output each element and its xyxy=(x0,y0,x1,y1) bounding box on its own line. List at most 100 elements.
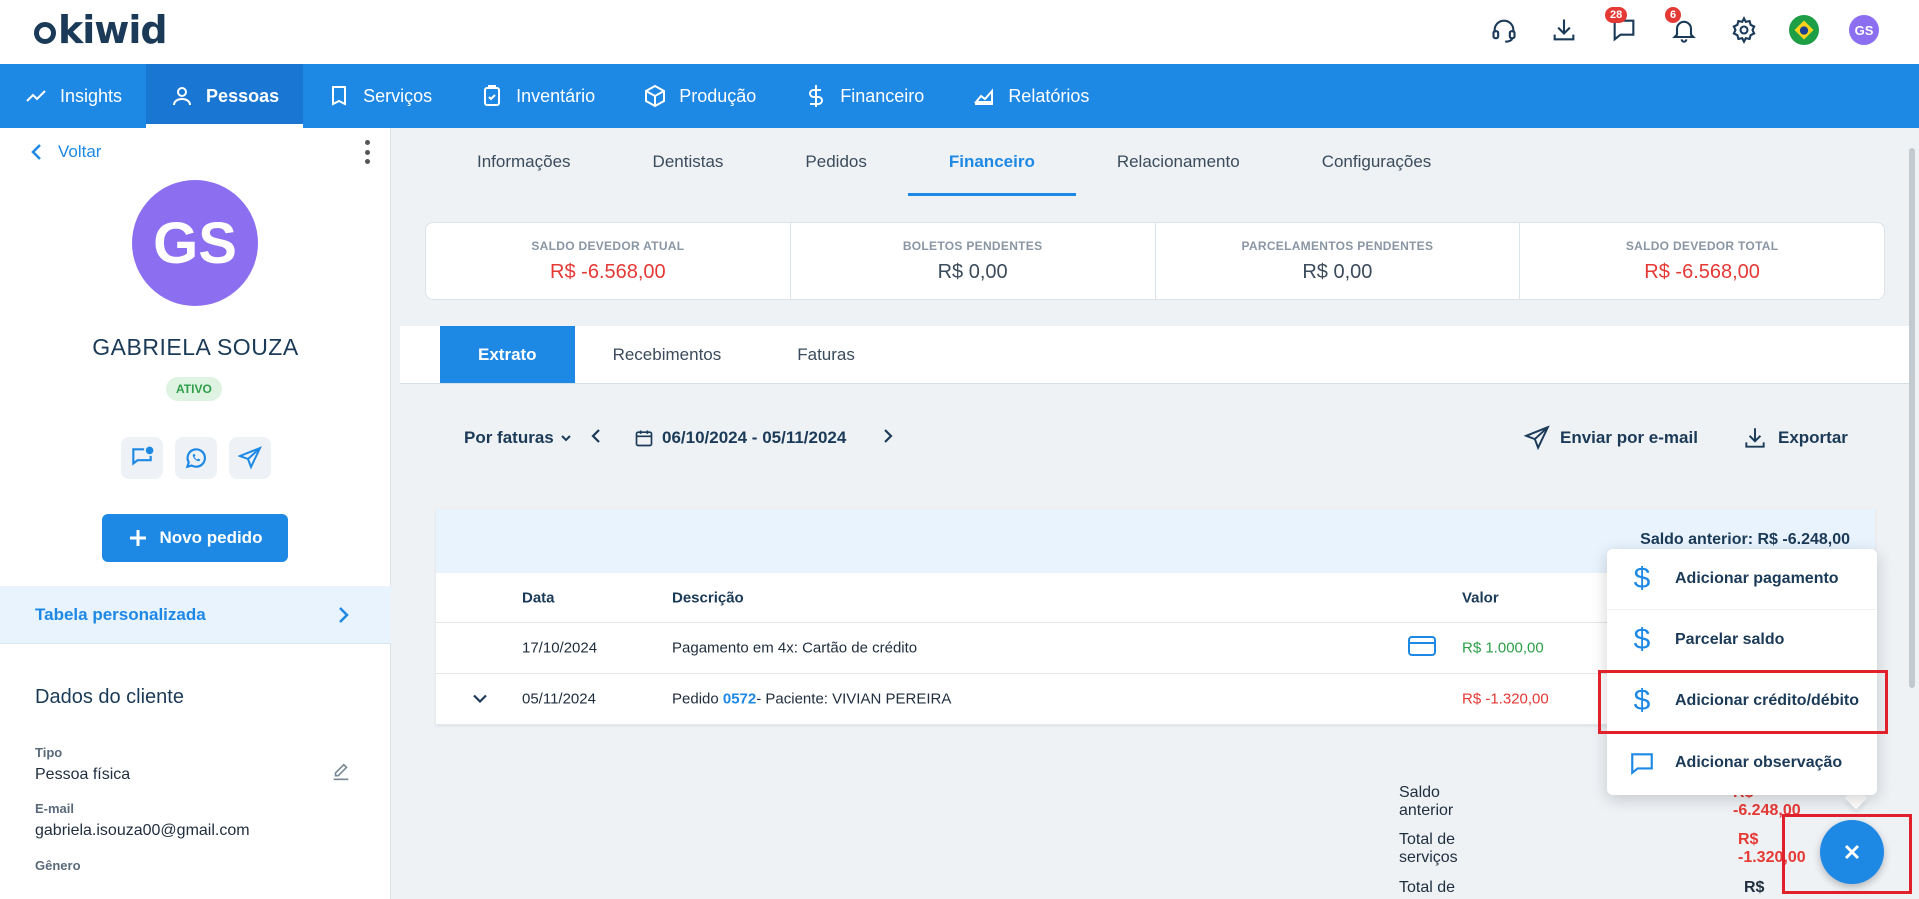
tab-configuracoes[interactable]: Configurações xyxy=(1281,128,1473,196)
column-data: Data xyxy=(522,589,555,606)
send-email-button[interactable]: Enviar por e-mail xyxy=(1524,425,1698,451)
export-label: Exportar xyxy=(1778,428,1848,447)
bell-badge: 6 xyxy=(1665,7,1682,23)
download-icon[interactable] xyxy=(1549,15,1579,45)
box-icon xyxy=(645,84,666,108)
chart-area-icon xyxy=(974,88,994,105)
bell-icon[interactable]: 6 xyxy=(1665,7,1699,45)
chat-icon[interactable]: 28 xyxy=(1605,7,1639,45)
summary-value: R$ -6.568,00 xyxy=(1644,260,1760,283)
nav-label: Produção xyxy=(679,85,757,106)
filter-label: Por faturas xyxy=(464,428,554,447)
nav-relatorios[interactable]: Relatórios xyxy=(948,64,1113,128)
back-button[interactable]: Voltar xyxy=(30,142,101,162)
nav-label: Relatórios xyxy=(1008,85,1090,106)
tipo-value: Pessoa física xyxy=(35,766,131,783)
nav-label: Pessoas xyxy=(206,85,280,106)
gear-icon[interactable] xyxy=(1729,15,1759,45)
person-icon xyxy=(173,87,192,106)
email-value: gabriela.isouza00@gmail.com xyxy=(35,822,250,839)
chevron-left-icon xyxy=(591,428,600,443)
nav-financeiro[interactable]: Financeiro xyxy=(780,64,948,128)
flag-brazil-icon[interactable] xyxy=(1789,15,1819,45)
client-subtabs: Informações Dentistas Pedidos Financeiro… xyxy=(400,128,1910,196)
send-email-label: Enviar por e-mail xyxy=(1560,428,1698,447)
tipo-label: Tipo xyxy=(35,745,63,760)
clipboard-icon xyxy=(484,85,501,106)
next-period-button[interactable] xyxy=(882,428,894,449)
send-button[interactable] xyxy=(229,437,271,479)
kiwid-logo[interactable]: kiwid xyxy=(34,8,168,52)
status-badge: ATIVO xyxy=(166,377,222,401)
tab-dentistas[interactable]: Dentistas xyxy=(612,128,765,196)
highlight-box-fab xyxy=(1782,814,1912,894)
chevron-right-icon xyxy=(884,428,893,443)
tabela-personalizada-link[interactable]: Tabela personalizada xyxy=(0,586,391,644)
column-descricao: Descrição xyxy=(672,589,744,606)
tab-recebimentos[interactable]: Recebimentos xyxy=(575,326,760,383)
nav-pessoas[interactable]: Pessoas xyxy=(146,64,304,128)
descricao-prefix: Pedido xyxy=(672,690,723,708)
more-options-icon[interactable] xyxy=(364,140,370,164)
export-button[interactable]: Exportar xyxy=(1742,425,1848,451)
summary-label: PARCELAMENTOS PENDENTES xyxy=(1241,238,1434,253)
tab-faturas[interactable]: Faturas xyxy=(759,326,893,383)
whatsapp-button[interactable] xyxy=(175,437,217,479)
plus-icon xyxy=(129,530,146,546)
date-range-picker[interactable]: 06/10/2024 - 05/11/2024 xyxy=(634,428,846,448)
prev-period-button[interactable] xyxy=(590,428,602,449)
top-header: kiwid 28 6 GS xyxy=(0,0,1919,64)
trend-icon xyxy=(26,90,46,102)
saldo-anterior: Saldo anterior: R$ -6.248,00 xyxy=(1640,531,1850,548)
total-label: Saldo anterior xyxy=(1399,784,1454,819)
menu-parcelar-saldo[interactable]: $ Parcelar saldo xyxy=(1607,610,1877,671)
row-descricao: Pedido 0572- Paciente: VIVIAN PEREIRA xyxy=(672,691,951,708)
row-valor: R$ 1.000,00 xyxy=(1462,639,1544,657)
tab-informacoes[interactable]: Informações xyxy=(436,128,612,196)
summary-value: R$ 0,00 xyxy=(937,260,1008,283)
row-data: 05/11/2024 xyxy=(522,690,596,708)
tab-relacionamento[interactable]: Relacionamento xyxy=(1076,128,1281,196)
nav-label: Insights xyxy=(60,85,123,106)
novo-pedido-button[interactable]: Novo pedido xyxy=(102,514,288,562)
main-nav: Insights Pessoas Serviços Inventário Pro… xyxy=(0,64,1919,128)
dollar-icon xyxy=(809,85,824,107)
nav-inventario[interactable]: Inventário xyxy=(456,64,619,128)
tab-pedidos[interactable]: Pedidos xyxy=(764,128,907,196)
menu-adicionar-observacao[interactable]: Adicionar observação xyxy=(1607,732,1877,793)
chevron-right-icon xyxy=(339,606,349,623)
client-avatar: GS xyxy=(132,180,258,306)
comment-icon xyxy=(1627,750,1657,776)
message-notification-icon xyxy=(132,446,154,466)
row-valor: R$ -1.320,00 xyxy=(1462,690,1549,708)
summary-value: R$ 0,00 xyxy=(1302,260,1373,283)
menu-item-label: Adicionar pagamento xyxy=(1675,570,1839,587)
pencil-icon[interactable] xyxy=(330,761,352,788)
nav-producao[interactable]: Produção xyxy=(619,64,780,128)
whatsapp-icon xyxy=(185,448,206,469)
tabela-label: Tabela personalizada xyxy=(35,604,206,624)
user-avatar[interactable]: GS xyxy=(1849,15,1879,45)
date-range-label: 06/10/2024 - 05/11/2024 xyxy=(662,428,847,447)
send-icon xyxy=(1524,425,1550,451)
total-label: Total de pagamentos xyxy=(1399,879,1487,899)
calendar-icon xyxy=(635,430,653,447)
headset-icon[interactable] xyxy=(1489,15,1519,45)
nav-servicos[interactable]: Serviços xyxy=(303,64,456,128)
message-button[interactable] xyxy=(121,437,163,479)
pedido-link[interactable]: 0572 xyxy=(723,691,756,708)
tab-extrato[interactable]: Extrato xyxy=(440,326,575,383)
nav-label: Financeiro xyxy=(840,85,925,106)
row-data: 17/10/2024 xyxy=(522,639,598,657)
dollar-icon: $ xyxy=(1633,562,1651,595)
filter-dropdown[interactable]: Por faturas xyxy=(464,428,572,448)
nav-insights[interactable]: Insights xyxy=(0,64,146,128)
expand-row-icon[interactable] xyxy=(472,691,488,708)
genero-label: Gênero xyxy=(35,858,81,873)
client-name: GABRIELA SOUZA xyxy=(92,334,299,360)
scrollbar[interactable] xyxy=(1909,148,1915,688)
summary-parcelamentos: PARCELAMENTOS PENDENTES R$ 0,00 xyxy=(1156,223,1521,299)
tab-financeiro[interactable]: Financeiro xyxy=(907,128,1076,196)
menu-adicionar-pagamento[interactable]: $ Adicionar pagamento xyxy=(1607,549,1877,610)
menu-item-label: Adicionar observação xyxy=(1675,753,1843,771)
